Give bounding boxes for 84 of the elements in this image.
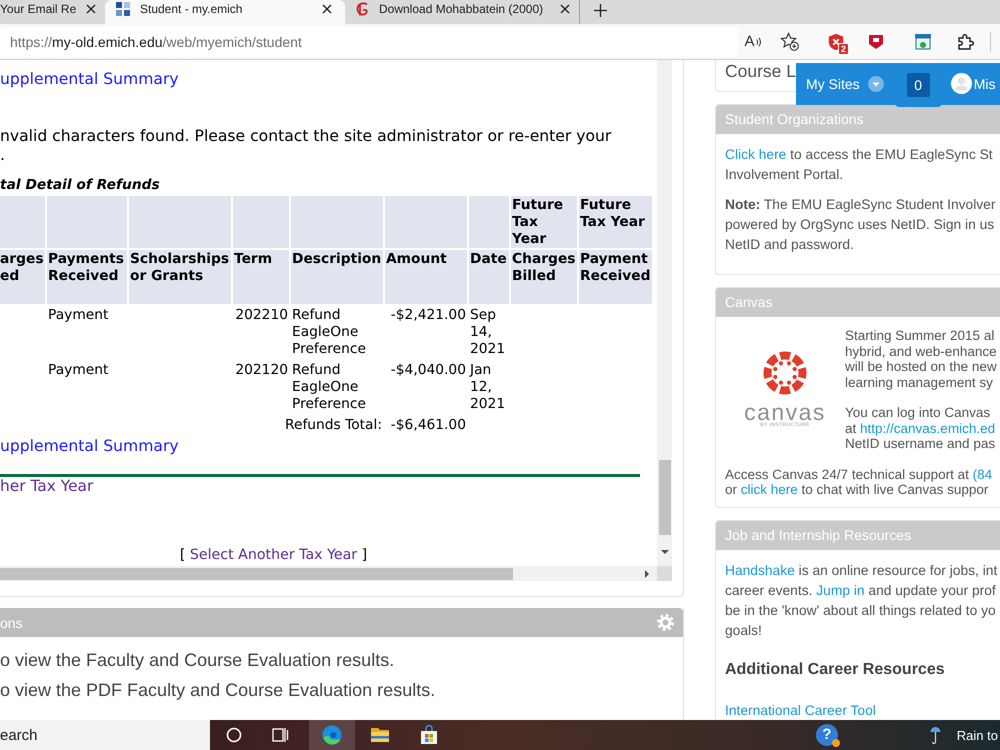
table-cell-text: 202120 [234, 360, 289, 380]
scrollbar-thumb[interactable] [658, 460, 670, 535]
table-cell-text: Refund EagleOne Preference [291, 360, 367, 414]
my-sites-menu[interactable]: My Sites [796, 63, 860, 105]
crest-icon[interactable] [867, 32, 885, 50]
close-icon[interactable] [86, 4, 96, 14]
folder-icon [370, 725, 390, 745]
column-group-header: Future Tax Year [579, 196, 652, 248]
body-text: Starting Summer 2015 al hybrid, and web-enhance will be hosted on the new learning management sy [845, 328, 997, 391]
browser-tab[interactable]: Student - my.emich [105, 0, 345, 24]
body-text: Handshake is an online resource for jobs, int career events. Jump in and update your prof be in the 'know' about all things related to yo goals! [725, 562, 998, 640]
section-heading: Additional Career Resources [725, 660, 945, 680]
puzzle-icon[interactable] [957, 32, 975, 50]
table-cell-text: Payment [47, 306, 110, 324]
alert-badge-icon [832, 739, 840, 747]
year-navigation: [ Select Another Tax Year ] [178, 546, 368, 565]
shopping-bag-icon [419, 725, 439, 745]
header-cell [0, 196, 45, 248]
body-text: Click here to access the EMU EagleSync St Involvement Portal. [725, 146, 993, 184]
window-icon[interactable] [914, 32, 932, 50]
select-year-link[interactable]: Select Another Tax Year [190, 547, 358, 563]
table-cell-text: Jan 12, 2021 [469, 360, 506, 414]
sound-waves-icon [756, 36, 762, 46]
count-badge: 2 [838, 42, 849, 54]
horizontal-scrollbar[interactable] [0, 566, 657, 581]
scroll-down-arrow-icon[interactable] [660, 550, 668, 554]
notification-count: 0 [906, 73, 930, 97]
column-header: arges ed [0, 250, 45, 304]
body-text: o view the Faculty and Course Evaluation results. [0, 649, 394, 671]
card-title: ons [0, 614, 23, 632]
table-cell-text: Refund EagleOne Preference [291, 306, 367, 358]
column-header: Term [233, 250, 289, 304]
column-header: Payments Received [47, 250, 127, 304]
scrollbar-thumb[interactable] [0, 568, 513, 580]
help-button[interactable]: ? [816, 724, 838, 746]
header-cell [233, 196, 289, 248]
total-amount: -$6,461.00 [390, 416, 467, 434]
column-group-header: Future Tax Year [511, 196, 577, 248]
summary-link[interactable]: upplemental Summary [0, 436, 179, 456]
column-header: Description [291, 250, 383, 304]
header-cell [469, 196, 509, 248]
grid-favicon-icon [116, 2, 130, 16]
column-header: Amount [385, 250, 467, 304]
tax-year-link[interactable]: her Tax Year [0, 477, 94, 496]
new-tab-icon[interactable] [594, 4, 607, 17]
circle-icon [224, 725, 244, 745]
read-aloud-button[interactable]: A [738, 28, 768, 54]
umbrella-icon[interactable] [930, 725, 941, 745]
total-label: Refunds Total: [284, 416, 383, 434]
weather-text[interactable]: Rain to [956, 728, 998, 742]
column-header: Charges Billed [511, 250, 577, 304]
table-title: tal Detail of Refunds [0, 176, 160, 194]
avatar-icon[interactable] [950, 73, 972, 94]
column-header: Scholarships or Grants [129, 250, 231, 304]
swirl-logo-icon [355, 2, 369, 16]
task-view-icon [270, 725, 290, 745]
column-header: Payment Received [579, 250, 652, 304]
table-cell-text: -$2,421.00 [390, 306, 467, 324]
body-text: Note: The EMU EagleSync Student Involver powered by OrgSync uses NetID. Sign in us NetID and password. [725, 196, 996, 254]
logo-wordmark: canvas [744, 403, 826, 422]
vertical-scrollbar[interactable] [657, 60, 672, 566]
table-cell-text: 202210 [234, 306, 289, 324]
table-cell-text: Sep 14, 2021 [469, 306, 506, 358]
error-message: nvalid characters found. Please contact the site administrator or re-enter your . [0, 126, 612, 164]
close-icon[interactable] [322, 4, 332, 14]
favorite-star-icon[interactable] [780, 32, 799, 51]
swirl-icon [322, 725, 342, 745]
scroll-right-arrow-icon[interactable] [645, 570, 649, 578]
user-name[interactable]: Mis [972, 63, 996, 105]
dotted-ring-logo-icon [763, 351, 807, 396]
body-text: Access Canvas 24/7 technical support at (84 or click here to chat with live Canvas suppor [725, 466, 992, 498]
table-cell-text: Payment [47, 360, 110, 380]
dropdown-caret-icon[interactable] [868, 76, 884, 92]
card-title: Course L [725, 61, 796, 81]
address-field[interactable]: https://my-old.emich.edu/web/myemich/student [0, 26, 738, 56]
close-icon[interactable] [560, 4, 570, 14]
scrollbar-corner [657, 566, 672, 581]
search-field[interactable]: earch [0, 720, 210, 750]
body-text: You can log into Canvas at http://canvas.emich.ed NetID username and pas [845, 404, 996, 452]
body-text: o view the PDF Faculty and Course Evaluation results. [0, 679, 436, 701]
table-cell-text: -$4,040.00 [390, 360, 467, 380]
browser-tab[interactable]: Your Email Re [0, 0, 104, 24]
summary-link[interactable]: upplemental Summary [0, 70, 179, 89]
column-header: Date [469, 250, 509, 304]
